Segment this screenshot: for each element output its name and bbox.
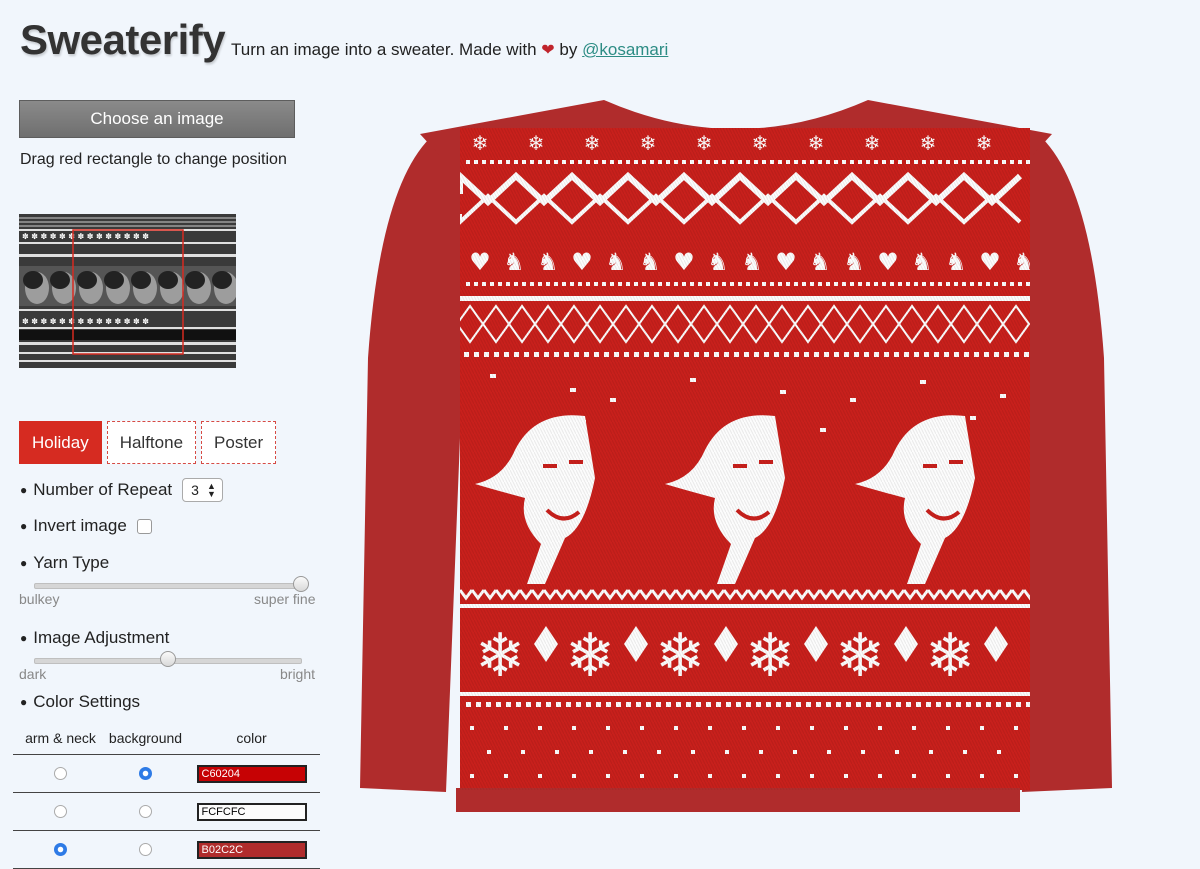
color-cell: B02C2C bbox=[183, 840, 320, 859]
invert-label: Invert image bbox=[33, 516, 127, 535]
tab-holiday[interactable]: Holiday bbox=[19, 421, 102, 464]
adjust-label: Image Adjustment bbox=[33, 628, 170, 647]
background-cell bbox=[108, 843, 183, 856]
arm-neck-radio[interactable] bbox=[54, 805, 67, 818]
stepper-arrows-icon: ▲ ▼ bbox=[206, 481, 216, 499]
adjust-slider-handle[interactable] bbox=[160, 651, 176, 667]
color-cell: C60204 bbox=[183, 764, 320, 783]
heart-icon: ❤ bbox=[541, 42, 555, 59]
color-table-header: arm & neck background color bbox=[13, 722, 320, 755]
background-radio[interactable] bbox=[139, 843, 152, 856]
color-input[interactable]: C60204 bbox=[196, 764, 307, 783]
arm-neck-radio[interactable] bbox=[54, 843, 67, 856]
tab-poster[interactable]: Poster bbox=[201, 421, 277, 464]
invert-option: ● Invert image bbox=[20, 516, 152, 536]
invert-checkbox[interactable] bbox=[136, 518, 152, 534]
pattern-preview: ✽ ✽ ✽ ✽ ✽ ✽ ✽ ✽ ✽ ✽ ✽ ✽ ✽ ✽ ✽ ✽ ✽ ✽ ✽ ✽ … bbox=[19, 214, 236, 368]
bullet-icon: ● bbox=[20, 695, 28, 709]
adjust-max-label: bright bbox=[280, 666, 316, 682]
header-arm-neck: arm & neck bbox=[25, 730, 96, 746]
background-cell bbox=[108, 767, 183, 780]
repeat-value: 3 bbox=[191, 482, 199, 498]
color-input[interactable]: B02C2C bbox=[196, 840, 307, 859]
sweater-preview: ❄❄❄❄❄❄❄❄❄❄♥♞♞♥♞♞♥♞♞♥♞♞♥♞♞♥♞❄❄❄❄❄❄ bbox=[360, 100, 1112, 812]
yarn-slider-handle[interactable] bbox=[293, 576, 309, 592]
adjust-min-label: dark bbox=[19, 666, 47, 682]
header-background: background bbox=[108, 730, 183, 746]
color-cell: FCFCFC bbox=[183, 802, 320, 821]
yarn-option: ● Yarn Type bbox=[20, 553, 109, 573]
yarn-min-label: bulkey bbox=[19, 591, 60, 607]
drag-hint: Drag red rectangle to change position bbox=[20, 151, 287, 168]
svg-text:✽ ✽ ✽ ✽ ✽ ✽ ✽ ✽ ✽ ✽ ✽ ✽ ✽ ✽: ✽ ✽ ✽ ✽ ✽ ✽ ✽ ✽ ✽ ✽ ✽ ✽ ✽ ✽ bbox=[22, 317, 149, 326]
tagline-by: by bbox=[559, 40, 578, 59]
header-color: color bbox=[236, 730, 267, 746]
background-radio[interactable] bbox=[139, 805, 152, 818]
color-input[interactable]: FCFCFC bbox=[196, 802, 307, 821]
bullet-icon: ● bbox=[20, 556, 28, 570]
adjust-slider[interactable] bbox=[34, 651, 302, 667]
tagline: Turn an image into a sweater. Made with … bbox=[231, 40, 668, 60]
color-settings-table: arm & neck background color C60204 FCFCFC… bbox=[13, 722, 320, 869]
app-title: Sweaterify bbox=[20, 16, 226, 63]
repeat-select[interactable]: 3 ▲ ▼ bbox=[182, 478, 223, 502]
choose-image-button[interactable]: Choose an image bbox=[19, 100, 295, 138]
tagline-text: Turn an image into a sweater. Made with bbox=[231, 40, 537, 59]
repeat-option: ● Number of Repeat 3 ▲ ▼ bbox=[20, 478, 223, 502]
bullet-icon: ● bbox=[20, 519, 28, 533]
adjust-option: ● Image Adjustment bbox=[20, 628, 169, 648]
color-row: FCFCFC bbox=[13, 793, 320, 831]
style-tabs: Holiday Halftone Poster bbox=[19, 421, 277, 464]
color-row: C60204 bbox=[13, 755, 320, 793]
color-row: B02C2C bbox=[13, 831, 320, 869]
bullet-icon: ● bbox=[20, 483, 28, 497]
arm-neck-cell bbox=[13, 805, 108, 818]
arm-neck-cell bbox=[13, 843, 108, 856]
arm-neck-cell bbox=[13, 767, 108, 780]
sweater-hem bbox=[456, 788, 1020, 812]
preview-image: ✽ ✽ ✽ ✽ ✽ ✽ ✽ ✽ ✽ ✽ ✽ ✽ ✽ ✽ ✽ ✽ ✽ ✽ ✽ ✽ … bbox=[19, 214, 236, 368]
color-label: Color Settings bbox=[33, 692, 141, 711]
yarn-max-label: super fine bbox=[254, 591, 316, 607]
background-radio[interactable] bbox=[139, 767, 152, 780]
yarn-label: Yarn Type bbox=[33, 553, 110, 572]
author-link[interactable]: @kosamari bbox=[582, 40, 668, 59]
bullet-icon: ● bbox=[20, 631, 28, 645]
svg-text:✽ ✽ ✽ ✽ ✽ ✽ ✽ ✽ ✽ ✽ ✽ ✽ ✽ ✽: ✽ ✽ ✽ ✽ ✽ ✽ ✽ ✽ ✽ ✽ ✽ ✽ ✽ ✽ bbox=[22, 232, 149, 241]
background-cell bbox=[108, 805, 183, 818]
arm-neck-radio[interactable] bbox=[54, 767, 67, 780]
tab-halftone[interactable]: Halftone bbox=[106, 421, 197, 464]
color-option: ● Color Settings bbox=[20, 692, 140, 712]
repeat-label: Number of Repeat bbox=[33, 480, 173, 499]
yarn-slider[interactable] bbox=[34, 576, 309, 592]
